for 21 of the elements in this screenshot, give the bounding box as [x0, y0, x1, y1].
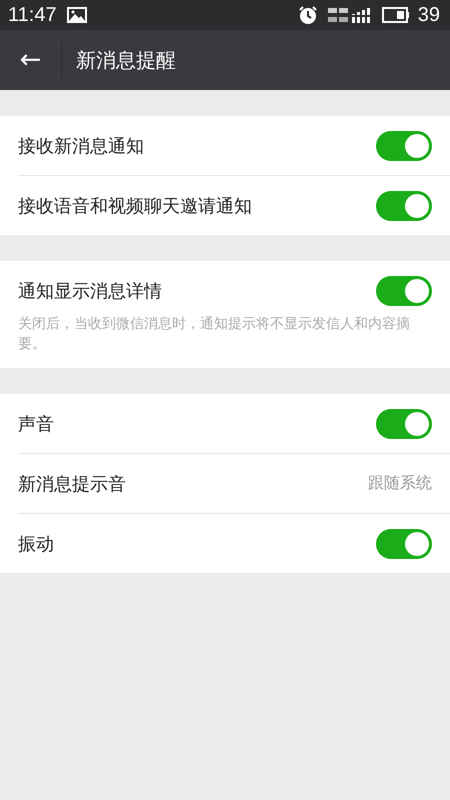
setting-label: 新消息提示音	[18, 472, 127, 496]
toggle-switch[interactable]	[376, 190, 432, 220]
setting-description: 关闭后，当收到微信消息时，通知提示将不显示发信人和内容摘要。	[18, 315, 411, 354]
toggle-switch[interactable]	[376, 276, 432, 306]
setting-label: 振动	[18, 532, 55, 556]
setting-label: 接收新消息通知	[18, 134, 145, 158]
alarm-icon	[298, 5, 318, 25]
toggle-switch[interactable]	[376, 408, 432, 438]
page-title: 新消息提醒	[76, 46, 176, 74]
signal-icon	[328, 6, 372, 24]
toggle-switch[interactable]	[376, 130, 432, 160]
setting-label: 声音	[18, 412, 55, 436]
setting-label: 通知显示消息详情	[18, 280, 163, 302]
setting-label: 接收语音和视频聊天邀请通知	[18, 194, 253, 218]
back-button[interactable]: ←	[0, 42, 62, 78]
clock-time: 11:47	[8, 4, 57, 26]
battery-level: 39	[418, 4, 440, 26]
setting-value: 跟随系统	[368, 473, 432, 494]
image-icon	[66, 7, 87, 23]
toggle-switch[interactable]	[376, 528, 432, 558]
battery-icon	[382, 7, 410, 23]
